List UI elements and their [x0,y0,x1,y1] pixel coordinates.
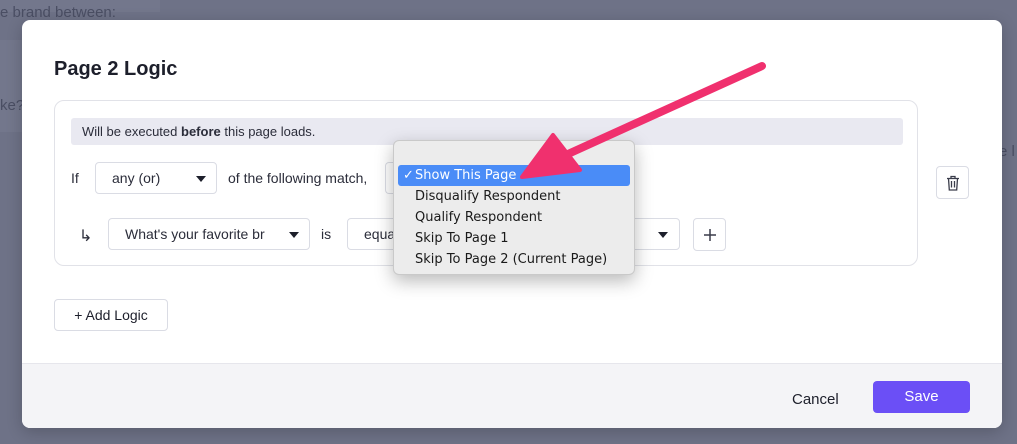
is-label: is [321,226,332,242]
delete-rule-button[interactable] [936,166,969,199]
banner-prefix: Will be executed [82,124,181,139]
checkmark-icon: ✓ [403,168,414,183]
match-mode-select[interactable]: any (or) [95,162,217,194]
dropdown-option-skip-page-2[interactable]: Skip To Page 2 (Current Page) [398,249,630,270]
cancel-button[interactable]: Cancel [792,384,839,416]
chevron-down-icon [196,176,206,182]
match-suffix-label: of the following match, [228,170,368,186]
background-text-left: ke? [0,97,25,114]
dropdown-option-show-this-page[interactable]: ✓ Show This Page [398,165,630,186]
option-label: Disqualify Respondent [415,189,561,204]
dropdown-option-disqualify[interactable]: Disqualify Respondent [398,186,630,207]
plus-icon [703,228,716,241]
question-value: What's your favorite brand [125,226,288,242]
modal-title: Page 2 Logic [54,58,178,80]
match-mode-value: any (or) [112,170,161,186]
banner-bold: before [181,124,221,139]
banner-suffix: this page loads. [220,124,316,139]
option-label: Skip To Page 2 (Current Page) [415,252,608,267]
background-card-left [0,40,22,132]
save-button[interactable]: Save [873,381,970,413]
chevron-down-icon [289,232,299,238]
question-select[interactable]: What's your favorite brand [108,218,310,250]
sub-rule-arrow-icon: ↳ [79,228,93,245]
option-label: Show This Page [415,168,517,183]
if-label: If [71,170,79,186]
background-text-top: e brand between: [0,4,116,21]
chevron-down-icon [658,232,668,238]
trash-icon [946,175,959,191]
add-logic-button[interactable]: + Add Logic [54,299,168,331]
option-label: Qualify Respondent [415,210,543,225]
modal-footer: Cancel Save [22,363,1002,428]
operator-value: equa [364,226,396,242]
dropdown-option-qualify[interactable]: Qualify Respondent [398,207,630,228]
dropdown-option-skip-page-1[interactable]: Skip To Page 1 [398,228,630,249]
option-label: Skip To Page 1 [415,231,509,246]
action-dropdown-menu: ✓ Show This Page Disqualify Respondent Q… [393,140,635,275]
add-condition-button[interactable] [693,218,726,251]
